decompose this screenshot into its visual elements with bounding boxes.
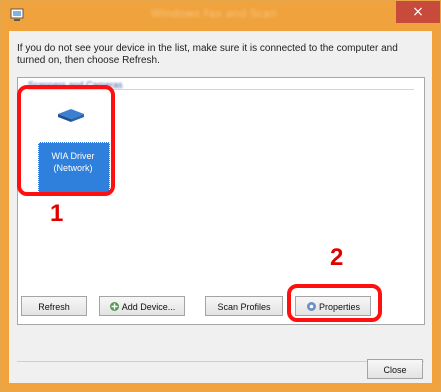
add-device-button[interactable]: Add Device...: [99, 296, 185, 316]
add-device-icon: [109, 302, 119, 311]
title-bar[interactable]: Windows Fax and Scan ×: [1, 1, 440, 29]
scan-profiles-button[interactable]: Scan Profiles: [205, 296, 283, 316]
window-title: Windows Fax and Scan: [151, 7, 277, 20]
scan-profiles-button-label: Scan Profiles: [217, 302, 271, 312]
footer-divider: [17, 361, 424, 362]
refresh-button[interactable]: Refresh: [21, 296, 87, 316]
callout-highlight-device: [17, 85, 115, 196]
refresh-button-label: Refresh: [38, 302, 70, 312]
close-button[interactable]: Close: [367, 359, 423, 379]
add-device-button-label: Add Device...: [121, 302, 176, 312]
callout-number-1: 1: [50, 200, 64, 227]
close-window-button[interactable]: ×: [396, 1, 440, 23]
close-button-label: Close: [383, 365, 407, 375]
instruction-text: If you do not see your device in the lis…: [17, 43, 398, 66]
dialog-window: Windows Fax and Scan × If you do not see…: [0, 0, 441, 392]
dialog-client-area: If you do not see your device in the lis…: [9, 31, 432, 383]
callout-highlight-properties: [287, 284, 382, 322]
app-icon: [10, 8, 24, 21]
callout-number-2: 2: [330, 244, 344, 271]
